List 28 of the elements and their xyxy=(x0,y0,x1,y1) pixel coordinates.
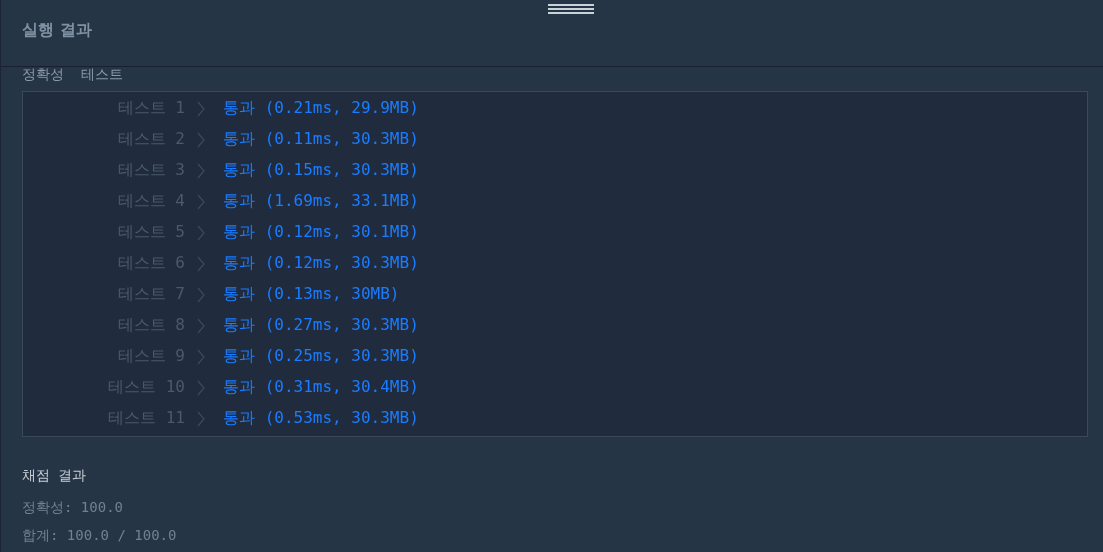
test-result: 통과 (0.31ms, 30.4MB) xyxy=(223,377,419,398)
panel-title: 실행 결과 xyxy=(22,20,93,41)
chevron-icon xyxy=(197,100,205,117)
chevron-icon xyxy=(197,317,205,334)
chevron-icon xyxy=(197,255,205,272)
test-result: 통과 (0.13ms, 30MB) xyxy=(223,284,400,305)
test-result: 통과 (0.12ms, 30.1MB) xyxy=(223,222,419,243)
test-result: 통과 (0.11ms, 30.3MB) xyxy=(223,129,419,150)
test-result: 통과 (1.69ms, 33.1MB) xyxy=(223,191,419,212)
test-result: 통과 (0.15ms, 30.3MB) xyxy=(223,160,419,181)
chevron-icon xyxy=(197,410,205,427)
grading-line: 합계: 100.0 / 100.0 xyxy=(22,527,178,545)
section-title: 정확성 테스트 xyxy=(22,67,124,84)
test-result: 통과 (0.12ms, 30.3MB) xyxy=(223,253,419,274)
test-result: 통과 (0.53ms, 30.3MB) xyxy=(223,408,419,429)
chevron-icon xyxy=(197,162,205,179)
chevron-icon xyxy=(197,131,205,148)
drag-handle-icon[interactable] xyxy=(548,3,594,15)
test-result: 통과 (0.25ms, 30.3MB) xyxy=(223,346,419,367)
test-result: 통과 (0.27ms, 30.3MB) xyxy=(223,315,419,336)
chevron-icon xyxy=(197,224,205,241)
chevron-icon xyxy=(197,348,205,365)
test-result: 통과 (0.21ms, 29.9MB) xyxy=(223,98,419,119)
grading-line: 정확성: 100.0 xyxy=(22,499,124,517)
chevron-icon xyxy=(197,193,205,210)
chevron-icon xyxy=(197,286,205,303)
chevron-icon xyxy=(197,379,205,396)
grading-title: 채점 결과 xyxy=(22,467,88,485)
